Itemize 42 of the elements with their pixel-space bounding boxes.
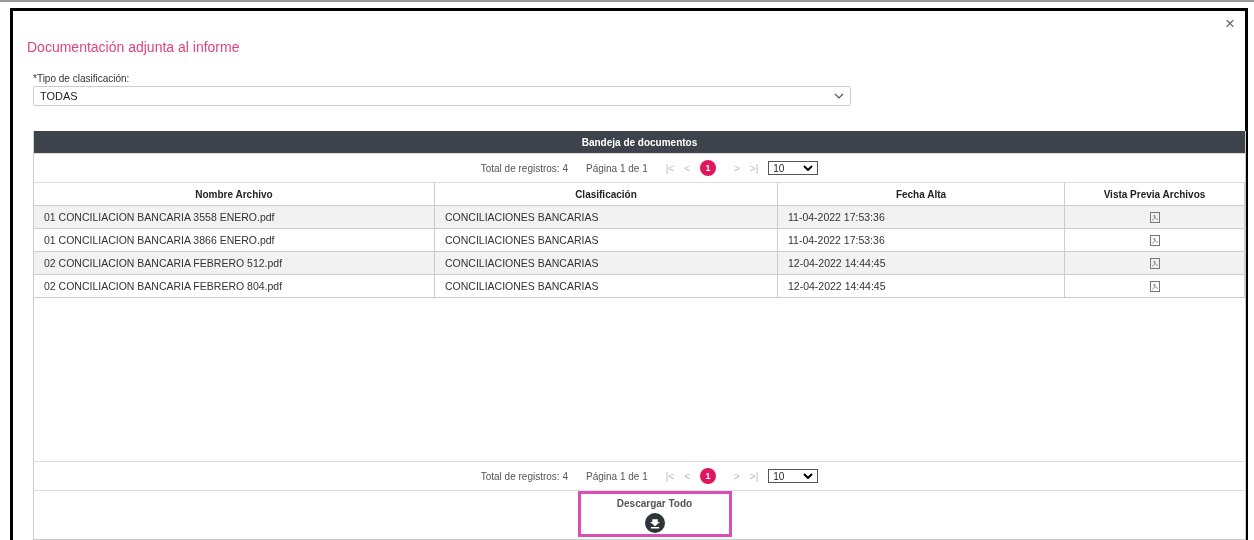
last-page-button[interactable]: >| [749,162,759,174]
page-info: Página 1 de 1 [586,470,648,482]
table-cell: 01 CONCILIACION BANCARIA 3866 ENERO.pdf [34,229,435,252]
previous-page-button[interactable]: < [684,470,690,482]
per-page-select[interactable]: 10 [768,469,819,483]
table-cell: 12-04-2022 14:44:45 [778,252,1065,275]
chevron-icon [803,165,814,171]
table-cell: CONCILIACIONES BANCARIAS [435,275,778,298]
pdf-icon[interactable] [1149,234,1160,246]
table-cell: CONCILIACIONES BANCARIAS [435,206,778,229]
next-page-button[interactable]: > [734,162,740,174]
table-cell: 12-04-2022 14:44:45 [778,275,1065,298]
dialog-title: Documentación adjunta al informe [27,39,241,55]
classification-select[interactable]: TODAS [33,86,851,106]
table-cell: 02 CONCILIACION BANCARIA FEBRERO 512.pdf [34,252,435,275]
close-button[interactable]: × [1225,14,1235,32]
page-button[interactable]: 1 [700,160,716,176]
download-icon [643,513,666,533]
total-records: Total de registros: 4 [480,162,568,174]
chevron-icon [803,473,814,479]
download-all-button[interactable]: Descargar Todo [577,491,732,537]
first-page-button[interactable]: |< [665,470,675,482]
table-cell: 02 CONCILIACION BANCARIA FEBRERO 804.pdf [34,275,435,298]
pdf-icon[interactable] [1149,280,1160,292]
previous-page-button[interactable]: < [684,162,690,174]
per-page-select[interactable]: 10 [768,161,819,175]
page-info: Página 1 de 1 [586,162,648,174]
table-cell: 01 CONCILIACION BANCARIA 3558 ENERO.pdf [34,206,435,229]
pdf-icon[interactable] [1149,211,1160,223]
total-records: Total de registros: 4 [480,470,568,482]
next-page-button[interactable]: > [734,470,740,482]
field-label: *Tipo de clasificación: [33,73,131,84]
page-button[interactable]: 1 [700,468,716,484]
first-page-button[interactable]: |< [665,162,675,174]
pdf-icon[interactable] [1149,257,1160,269]
table-title: Bandeja de documentos [34,131,1245,153]
table-cell: CONCILIACIONES BANCARIAS [435,252,778,275]
table-cell: CONCILIACIONES BANCARIAS [435,229,778,252]
last-page-button[interactable]: >| [749,470,759,482]
table-cell: 11-04-2022 17:53:36 [778,206,1065,229]
chevron-icon [834,93,844,99]
table-cell: 11-04-2022 17:53:36 [778,229,1065,252]
